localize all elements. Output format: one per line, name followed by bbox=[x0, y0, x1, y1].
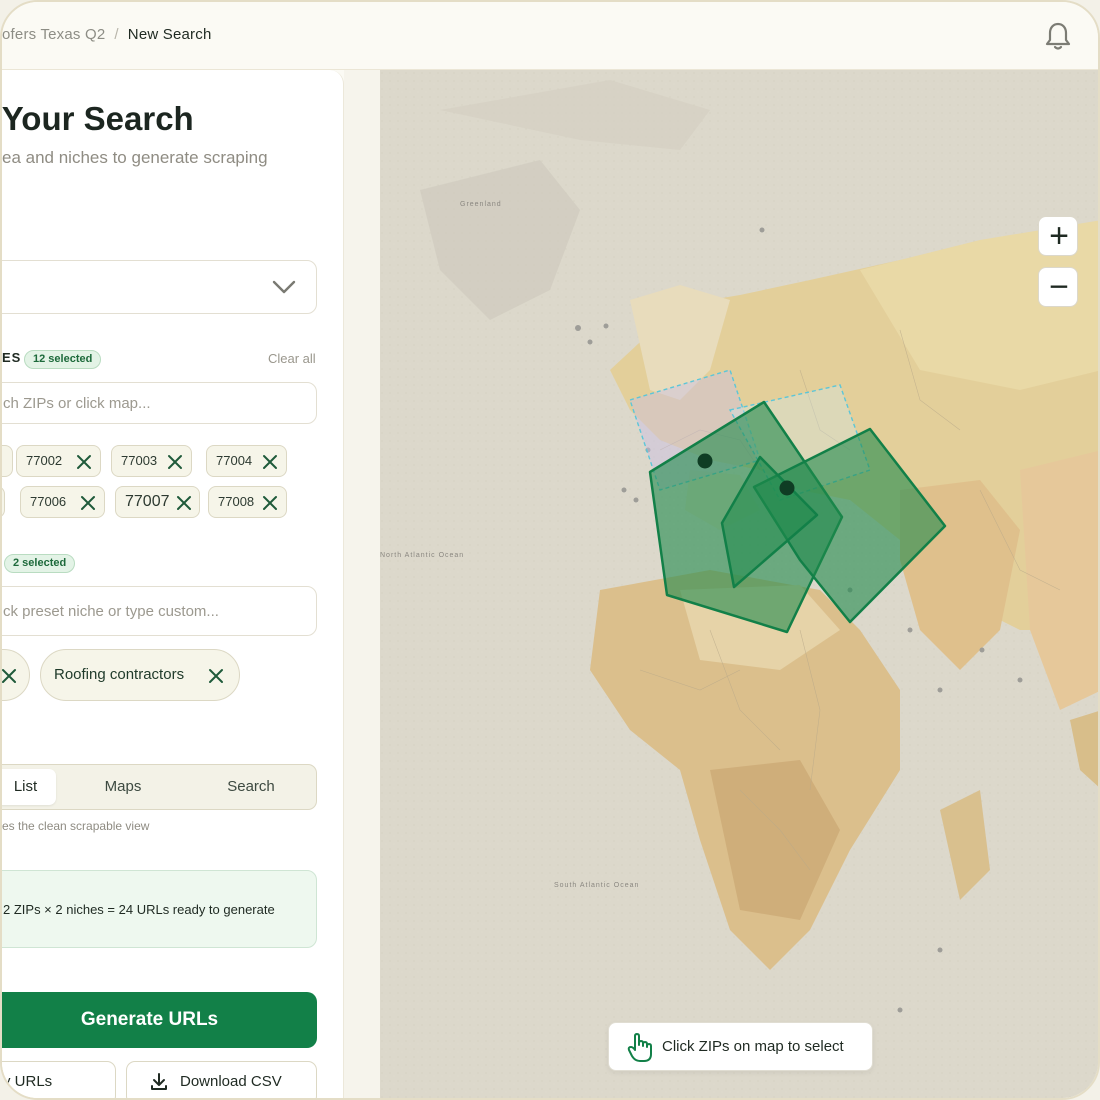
close-icon[interactable] bbox=[79, 494, 97, 512]
zip-selected-badge: 12 selected bbox=[24, 350, 102, 369]
close-icon[interactable] bbox=[261, 494, 279, 512]
summary-text: 2 ZIPs × 2 niches = 24 URLs ready to gen… bbox=[3, 902, 275, 917]
pointer-hand-icon bbox=[627, 1033, 652, 1062]
niche-chip[interactable]: Roofing contractors bbox=[40, 649, 240, 701]
zip-chip-label: 77003 bbox=[121, 453, 158, 468]
zip-chip-label: 77007 bbox=[125, 493, 170, 510]
zip-chip[interactable]: 77002 bbox=[16, 445, 101, 477]
download-icon bbox=[151, 1073, 167, 1090]
view-option-list[interactable]: List bbox=[2, 769, 56, 805]
view-option-search[interactable]: Search bbox=[201, 769, 301, 805]
summary-box: 2 ZIPs × 2 niches = 24 URLs ready to gen… bbox=[2, 870, 317, 948]
view-toggle: List Maps Search bbox=[2, 764, 317, 810]
close-icon[interactable] bbox=[206, 666, 226, 686]
generate-urls-button[interactable]: Generate URLs bbox=[2, 992, 317, 1048]
zip-chip-partial[interactable] bbox=[2, 445, 13, 477]
zip-marker[interactable] bbox=[779, 480, 795, 496]
bell-icon[interactable] bbox=[1042, 20, 1074, 52]
breadcrumb-current: New Search bbox=[127, 26, 212, 43]
area-select[interactable] bbox=[2, 260, 317, 314]
zip-chip[interactable]: 77006 bbox=[20, 486, 105, 518]
view-hint: es the clean scrapable view bbox=[2, 819, 150, 833]
zip-chip[interactable]: 77003 bbox=[111, 445, 192, 477]
zoom-out-button[interactable]: − bbox=[1038, 267, 1078, 307]
download-csv-label: Download CSV bbox=[180, 1073, 282, 1090]
zip-chip-label: 77002 bbox=[26, 453, 63, 468]
plus-icon: + bbox=[1049, 217, 1069, 255]
zip-chip-label: 77008 bbox=[218, 494, 255, 509]
niche-input[interactable] bbox=[2, 587, 316, 635]
zoom-in-button[interactable]: + bbox=[1038, 216, 1078, 256]
close-icon[interactable] bbox=[75, 453, 93, 471]
zip-chip[interactable]: 77004 bbox=[206, 445, 287, 477]
app-window: ofers Texas Q2/New Search l Your Search … bbox=[0, 0, 1100, 1100]
zip-search-field[interactable] bbox=[2, 382, 317, 424]
close-icon[interactable] bbox=[0, 666, 19, 686]
breadcrumb-separator: / bbox=[114, 26, 119, 43]
zip-section-label: ES bbox=[2, 350, 22, 365]
zip-chip-label: 77004 bbox=[216, 453, 253, 468]
page-title: l Your Search bbox=[0, 100, 194, 137]
panel-gutter bbox=[344, 70, 380, 1098]
close-icon[interactable] bbox=[261, 453, 279, 471]
top-bar: ofers Texas Q2 / New Search bbox=[2, 2, 1098, 70]
niche-field[interactable] bbox=[2, 586, 317, 636]
zip-chip-partial[interactable] bbox=[2, 486, 5, 518]
map-canvas[interactable]: Greenland North Atlantic Ocean South Atl… bbox=[380, 70, 1098, 1098]
page-subtitle: ea and niches to generate scraping bbox=[2, 148, 268, 167]
breadcrumb: ofers Texas Q2 / New Search bbox=[2, 26, 211, 43]
breadcrumb-parent-link[interactable]: ofers Texas Q2 bbox=[2, 26, 105, 43]
view-option-maps[interactable]: Maps bbox=[73, 769, 173, 805]
zip-marker[interactable] bbox=[697, 453, 713, 469]
close-icon[interactable] bbox=[175, 494, 193, 512]
zip-search-input[interactable] bbox=[2, 383, 316, 423]
zip-chip[interactable]: 77007 bbox=[115, 486, 200, 518]
copy-urls-button[interactable]: y URLs bbox=[2, 1061, 116, 1098]
map-hint-text: Click ZIPs on map to select bbox=[662, 1038, 844, 1055]
zip-chip-label: 77006 bbox=[30, 494, 67, 509]
selection-overlay bbox=[629, 369, 947, 634]
chevron-down-icon[interactable] bbox=[272, 278, 296, 296]
minus-icon: − bbox=[1049, 268, 1069, 306]
close-icon[interactable] bbox=[166, 453, 184, 471]
copy-urls-label: y URLs bbox=[3, 1073, 53, 1090]
niche-selected-badge: 2 selected bbox=[4, 554, 76, 573]
zip-chip[interactable]: 77008 bbox=[208, 486, 287, 518]
niche-chip-label: Roofing contractors bbox=[54, 666, 185, 683]
clear-all-button[interactable]: Clear all bbox=[268, 351, 316, 366]
map-hint-banner: Click ZIPs on map to select bbox=[608, 1022, 873, 1071]
download-csv-button[interactable]: Download CSV bbox=[126, 1061, 317, 1098]
